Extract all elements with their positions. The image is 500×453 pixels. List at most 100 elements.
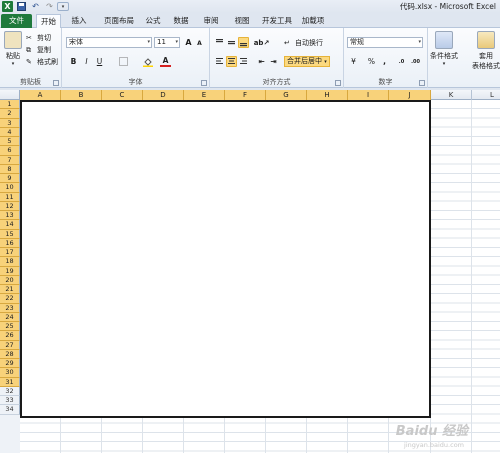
row-header[interactable]: 30 [0,368,20,378]
selected-range[interactable] [20,100,431,418]
row-header[interactable]: 1 [0,100,20,110]
tab-4[interactable]: 公式 [140,14,166,28]
align-middle-icon[interactable] [226,37,237,48]
underline-button[interactable]: U [94,56,105,67]
italic-button[interactable]: I [81,56,92,67]
number-launcher-icon[interactable] [419,80,425,86]
fill-color-button[interactable] [142,56,153,67]
column-header[interactable]: E [184,90,225,100]
align-bottom-icon[interactable] [238,37,249,48]
font-name-select[interactable]: 宋体 ▾ [66,37,152,48]
tab-2[interactable]: 插入 [64,14,94,28]
row-header[interactable]: 16 [0,238,20,248]
row-header[interactable]: 6 [0,146,20,156]
row-header[interactable]: 8 [0,164,20,174]
ribbon-tabs: 文件 开始 插入 页面布局 公式 数据 审阅 视图 开发工具 加载项 [0,13,500,28]
tab-0[interactable]: 文件 [1,14,32,28]
row-header[interactable]: 26 [0,331,20,341]
row-header[interactable]: 14 [0,220,20,230]
orientation-icon[interactable]: ab↗ [254,37,270,48]
percent-button[interactable]: % [366,56,377,67]
row-header[interactable]: 13 [0,211,20,221]
row-header[interactable]: 18 [0,257,20,267]
alignment-launcher-icon[interactable] [335,80,341,86]
row-header[interactable]: 23 [0,303,20,313]
decrease-indent-icon[interactable]: ⇤ [256,56,267,67]
font-launcher-icon[interactable] [201,80,207,86]
align-right-icon[interactable] [238,56,249,67]
row-header[interactable]: 3 [0,118,20,128]
currency-button[interactable]: ¥ [348,56,359,67]
row-header[interactable]: 19 [0,266,20,276]
tab-3[interactable]: 页面布局 [100,14,138,28]
font-color-button[interactable]: A [160,56,171,67]
tab-6[interactable]: 审阅 [197,14,225,28]
row-header[interactable]: 22 [0,294,20,304]
column-header[interactable]: K [431,90,472,100]
redo-icon[interactable]: ↷ [44,1,55,12]
paste-button[interactable]: 粘贴 ▾ [4,31,22,67]
cut-button[interactable]: ✂ 剪切 [26,33,51,43]
clipboard-launcher-icon[interactable] [53,80,59,86]
shrink-font-button[interactable]: A [194,38,205,49]
grow-font-button[interactable]: A [183,37,194,48]
column-header[interactable]: D [143,90,184,100]
align-left-icon[interactable] [214,56,225,67]
quick-access-customize-button[interactable]: ▾ [57,2,69,11]
row-header[interactable]: 12 [0,201,20,211]
tab-7[interactable]: 视图 [228,14,256,28]
row-header[interactable]: 21 [0,285,20,295]
row-header[interactable]: 31 [0,377,20,387]
align-top-icon[interactable] [214,37,225,48]
column-header[interactable]: J [389,90,431,100]
row-header[interactable]: 33 [0,396,20,406]
save-icon[interactable] [16,1,27,12]
row-header[interactable]: 2 [0,109,20,119]
merge-center-button[interactable]: 合并后居中 ▾ [284,56,330,67]
row-header[interactable]: 11 [0,192,20,202]
font-size-select[interactable]: 11 ▾ [154,37,180,48]
undo-icon[interactable]: ↶ [30,1,41,12]
column-header[interactable]: I [348,90,389,100]
format-as-table-button[interactable]: 套用 表格格式 [472,31,500,71]
column-header[interactable]: A [20,90,61,100]
select-all-corner[interactable] [0,90,20,100]
row-header[interactable]: 9 [0,174,20,184]
column-header[interactable]: F [225,90,266,100]
row-header[interactable]: 24 [0,312,20,322]
column-header[interactable]: G [266,90,307,100]
tab-5[interactable]: 数据 [168,14,194,28]
column-header[interactable]: L [472,90,500,100]
bold-button[interactable]: B [68,56,79,67]
column-header[interactable]: C [102,90,143,100]
border-icon[interactable] [118,56,129,67]
tab-9[interactable]: 加载项 [298,14,328,28]
row-header[interactable]: 7 [0,155,20,165]
row-header[interactable]: 34 [0,405,20,415]
conditional-format-button[interactable]: 条件格式 ▾ [430,31,458,67]
row-header[interactable]: 32 [0,386,20,396]
column-header[interactable]: H [307,90,348,100]
increase-indent-icon[interactable]: ⇥ [268,56,279,67]
comma-button[interactable]: , [379,56,390,67]
row-header[interactable]: 29 [0,359,20,369]
number-format-select[interactable]: 常规 ▾ [347,37,423,48]
wrap-text-button[interactable]: ↵ 自动换行 [284,38,323,48]
decrease-decimal-button[interactable]: .00 [410,56,421,67]
row-header[interactable]: 20 [0,275,20,285]
align-center-icon[interactable] [226,56,237,67]
increase-decimal-button[interactable]: .0 [396,56,407,67]
row-header[interactable]: 17 [0,248,20,258]
tab-8[interactable]: 开发工具 [258,14,296,28]
row-header[interactable]: 25 [0,322,20,332]
row-header[interactable]: 28 [0,349,20,359]
row-header[interactable]: 5 [0,137,20,147]
row-header[interactable]: 15 [0,229,20,239]
format-painter-button[interactable]: ✎ 格式刷 [26,57,58,67]
column-header[interactable]: B [61,90,102,100]
tab-1[interactable]: 开始 [36,14,61,28]
row-header[interactable]: 27 [0,340,20,350]
row-header[interactable]: 10 [0,183,20,193]
row-header[interactable]: 4 [0,127,20,137]
copy-button[interactable]: ⧉ 复制 [26,45,51,55]
